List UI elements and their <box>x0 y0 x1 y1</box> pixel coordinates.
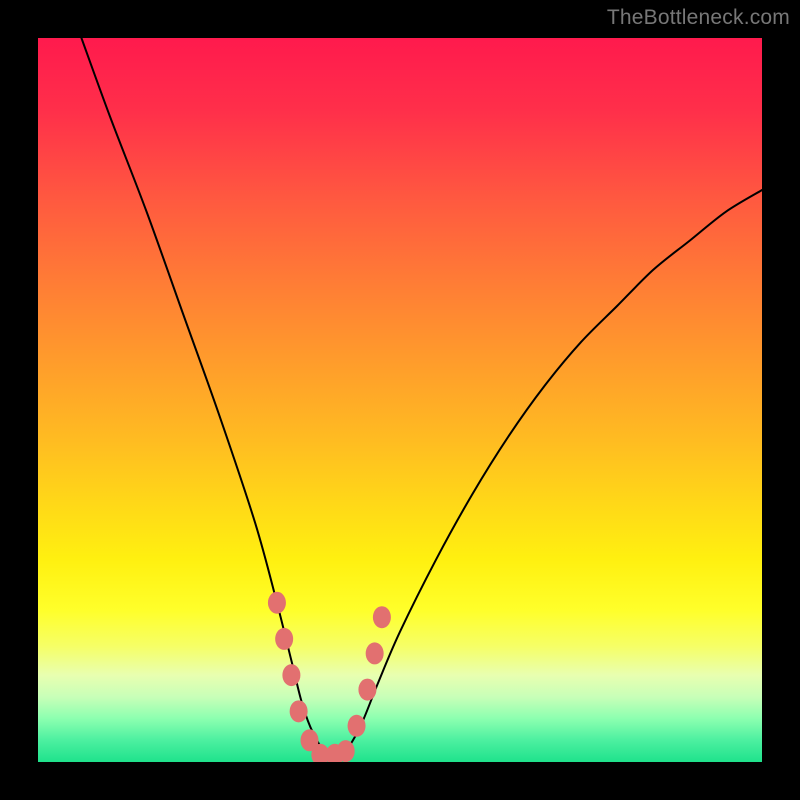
curve-marker <box>348 715 366 737</box>
curve-marker <box>268 592 286 614</box>
curve-marker <box>358 679 376 701</box>
marker-group <box>268 592 391 762</box>
curve-marker <box>366 642 384 664</box>
curve-marker <box>290 700 308 722</box>
chart-stage: TheBottleneck.com <box>0 0 800 800</box>
curve-marker <box>282 664 300 686</box>
curve-layer <box>38 38 762 762</box>
curve-marker <box>275 628 293 650</box>
plot-area <box>38 38 762 762</box>
curve-marker <box>337 740 355 762</box>
curve-marker <box>373 606 391 628</box>
watermark-text: TheBottleneck.com <box>607 6 790 30</box>
bottleneck-curve <box>81 38 762 757</box>
